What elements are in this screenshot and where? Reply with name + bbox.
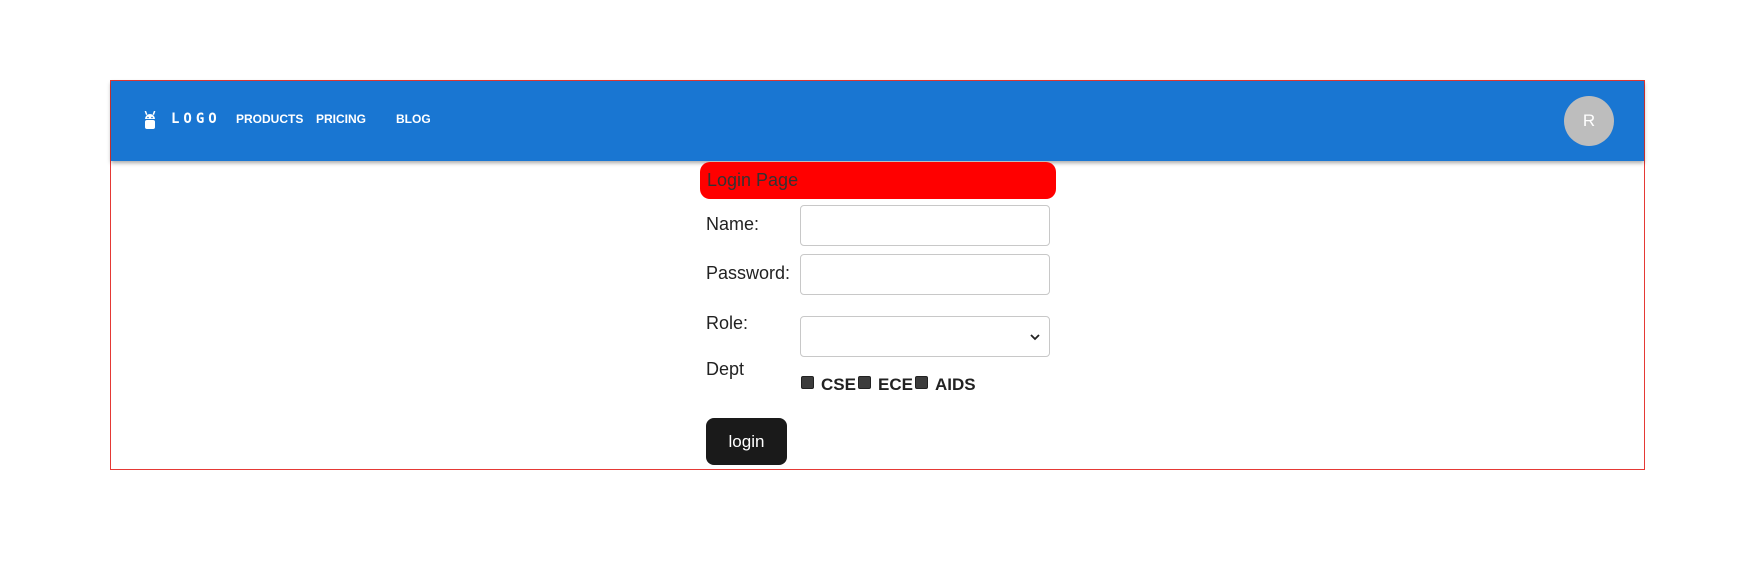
dept-checkbox-ece[interactable]: [858, 376, 871, 389]
dept-option-label: ECE: [878, 375, 913, 394]
page-title: Login Page: [700, 162, 1056, 199]
role-label: Role:: [706, 313, 749, 333]
dept-checkbox-aids[interactable]: [915, 376, 928, 389]
nav-pricing[interactable]: PRICING: [316, 112, 366, 126]
avatar[interactable]: R: [1564, 96, 1614, 146]
nav-blog[interactable]: BLOG: [396, 112, 431, 126]
logo-text[interactable]: LOGO: [171, 111, 221, 127]
name-field[interactable]: [800, 205, 1050, 246]
app-bar: LOGO PRODUCTS PRICING BLOG R: [111, 81, 1644, 161]
role-select[interactable]: [800, 316, 1050, 357]
password-label: Password:: [706, 263, 791, 283]
login-button[interactable]: login: [706, 418, 787, 465]
nav-products[interactable]: PRODUCTS: [236, 112, 303, 126]
name-label: Name:: [706, 214, 760, 234]
android-icon: [144, 111, 156, 129]
chevron-down-icon: [1030, 334, 1040, 341]
password-field[interactable]: [800, 254, 1050, 295]
dept-checkbox-cse[interactable]: [801, 376, 814, 389]
dept-option-label: AIDS: [935, 375, 976, 394]
dept-option-label: CSE: [821, 375, 856, 394]
dept-label: Dept: [706, 359, 745, 379]
app-frame: LOGO PRODUCTS PRICING BLOG R Login Page …: [110, 80, 1645, 470]
